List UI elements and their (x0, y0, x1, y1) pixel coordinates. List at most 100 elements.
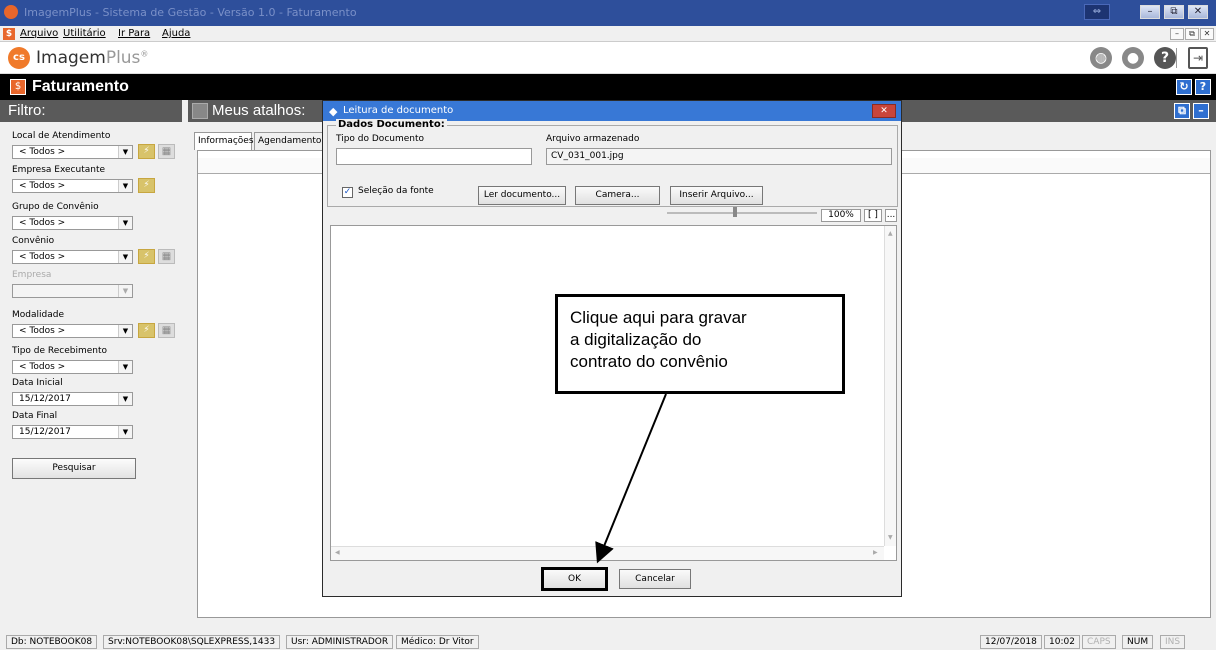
mdi-restore-button[interactable]: ⧉ (1185, 28, 1199, 40)
mdi-close-button[interactable]: ✕ (1200, 28, 1214, 40)
tab-informacoes[interactable]: Informações (194, 132, 254, 150)
scroll-down-icon[interactable]: ▼ (888, 534, 893, 541)
more-button[interactable]: ... (885, 209, 897, 222)
logo-icon: cs (8, 47, 30, 69)
module-title: Faturamento (32, 78, 129, 95)
help-icon[interactable]: ? (1154, 47, 1176, 69)
selecao-fonte-label: Seleção da fonte (358, 186, 434, 196)
status-ins: INS (1160, 635, 1186, 649)
lightning-icon[interactable]: ⚡ (138, 323, 155, 338)
empresa-exec-select[interactable]: < Todos > ▼ (12, 179, 133, 193)
status-num: NUM (1122, 635, 1154, 649)
convenio-label: Convênio (12, 236, 55, 246)
menu-utilitario[interactable]: Utilitário (63, 28, 106, 39)
empresa-exec-label: Empresa Executante (12, 165, 106, 175)
selecao-fonte-checkbox[interactable]: ✓ (342, 187, 353, 198)
module-icon: $ (10, 79, 26, 95)
dialog-close-button[interactable]: ✕ (872, 104, 896, 118)
menu-bar: $ Arquivo Utilitário Ir Para Ajuda – ⧉ ✕ (0, 26, 1216, 42)
grid-icon[interactable]: ▦ (158, 144, 175, 159)
module-header: $ Faturamento ↻ ? (0, 74, 1216, 100)
chevron-down-icon: ▼ (118, 325, 132, 337)
scroll-up-icon[interactable]: ▲ (888, 230, 893, 237)
tipo-receb-select[interactable]: < Todos > ▼ (12, 360, 133, 374)
local-label: Local de Atendimento (12, 131, 111, 141)
restore-panel-icon[interactable]: ⧉ (1174, 103, 1190, 119)
convenio-select[interactable]: < Todos > ▼ (12, 250, 133, 264)
horizontal-scrollbar[interactable]: ◀ ▶ (331, 546, 884, 560)
status-date: 12/07/2018 (980, 635, 1042, 649)
user-icon[interactable]: ● (1122, 47, 1144, 69)
lightning-icon[interactable]: ⚡ (138, 249, 155, 264)
cancelar-button[interactable]: Cancelar (619, 569, 691, 589)
status-medico: Médico: Dr Vitor (396, 635, 479, 649)
minimize-button[interactable]: – (1140, 5, 1160, 19)
exit-icon[interactable]: ⇥ (1188, 47, 1208, 69)
arquivo-label: Arquivo armazenado (546, 134, 640, 144)
callout-line-2: a digitalização do (570, 330, 702, 349)
logo-bar: cs ImagemPlus® ◍ ● ? ⇥ (0, 42, 1216, 74)
restore-button[interactable]: ⧉ (1164, 5, 1184, 19)
module-help-icon[interactable]: ? (1195, 79, 1211, 95)
minimize-panel-icon[interactable]: – (1193, 103, 1209, 119)
vertical-scrollbar[interactable]: ▲ ▼ (884, 226, 896, 546)
ok-button[interactable]: OK (541, 567, 608, 591)
data-final-input[interactable]: 15/12/2017 ▼ (12, 425, 133, 439)
data-inicial-input[interactable]: 15/12/2017 ▼ (12, 392, 133, 406)
zoom-level[interactable]: 100% (821, 209, 861, 222)
close-button[interactable]: ✕ (1188, 5, 1208, 19)
chevron-down-icon: ▼ (118, 393, 132, 405)
resize-icon[interactable]: ⇔ (1084, 4, 1110, 20)
zoom-slider[interactable] (667, 212, 817, 214)
convenio-value: < Todos > (19, 252, 66, 262)
lightning-icon[interactable]: ⚡ (138, 144, 155, 159)
refresh-icon[interactable]: ↻ (1176, 79, 1192, 95)
logo-text: ImagemPlus® (36, 48, 148, 68)
toolbar-divider (1176, 48, 1177, 68)
modalidade-value: < Todos > (19, 326, 66, 336)
tipo-input[interactable] (336, 148, 532, 165)
data-inicial-label: Data Inicial (12, 378, 63, 388)
tipo-receb-label: Tipo de Recebimento (12, 346, 108, 356)
data-final-value: 15/12/2017 (19, 427, 71, 437)
status-srv: Srv:NOTEBOOK08\SQLEXPRESS,1433 (103, 635, 281, 649)
local-select[interactable]: < Todos > ▼ (12, 145, 133, 159)
filter-header: Filtro: (0, 100, 182, 122)
grupo-value: < Todos > (19, 218, 66, 228)
window-titlebar: ImagemPlus - Sistema de Gestão - Versão … (0, 0, 1216, 26)
status-bar: Db: NOTEBOOK08 Srv:NOTEBOOK08\SQLEXPRESS… (0, 634, 1216, 650)
dados-documento-group: Dados Documento: Tipo do Documento Arqui… (327, 119, 898, 207)
grupo-select[interactable]: < Todos > ▼ (12, 216, 133, 230)
atalhos-header: Meus atalhos: (188, 100, 322, 122)
data-final-label: Data Final (12, 411, 58, 421)
scroll-left-icon[interactable]: ◀ (335, 549, 340, 556)
menu-ajuda[interactable]: Ajuda (162, 28, 190, 39)
inserir-arquivo-button[interactable]: Inserir Arquivo... (670, 186, 763, 205)
pesquisar-button[interactable]: Pesquisar (12, 458, 136, 479)
right-panel-header: ⧉ – (902, 100, 1216, 122)
zoom-slider-thumb[interactable] (733, 207, 737, 217)
logo-name: Imagem (36, 48, 106, 68)
menu-arquivo[interactable]: Arquivo (20, 28, 58, 39)
scroll-right-icon[interactable]: ▶ (873, 549, 878, 556)
chevron-down-icon: ▼ (118, 217, 132, 229)
grid-icon[interactable]: ▦ (158, 323, 175, 338)
chevron-down-icon: ▼ (118, 426, 132, 438)
local-value: < Todos > (19, 147, 66, 157)
lightning-icon[interactable]: ⚡ (138, 178, 155, 193)
modalidade-select[interactable]: < Todos > ▼ (12, 324, 133, 338)
callout-line-3: contrato do convênio (570, 352, 728, 371)
tab-agendamento[interactable]: Agendamento (254, 132, 324, 150)
camera-button[interactable]: Camera... (575, 186, 660, 205)
menu-ir-para[interactable]: Ir Para (118, 28, 150, 39)
modalidade-label: Modalidade (12, 310, 64, 320)
grid-icon[interactable]: ▦ (158, 249, 175, 264)
zoom-fit-button[interactable]: [ ] (864, 209, 882, 222)
globe-icon[interactable]: ◍ (1090, 47, 1112, 69)
arquivo-input[interactable]: CV_031_001.jpg (546, 148, 892, 165)
ler-documento-button[interactable]: Ler documento... (478, 186, 566, 205)
annotation-callout: Clique aqui para gravar a digitalização … (555, 294, 845, 394)
data-inicial-value: 15/12/2017 (19, 394, 71, 404)
status-caps: CAPS (1082, 635, 1116, 649)
mdi-minimize-button[interactable]: – (1170, 28, 1184, 40)
